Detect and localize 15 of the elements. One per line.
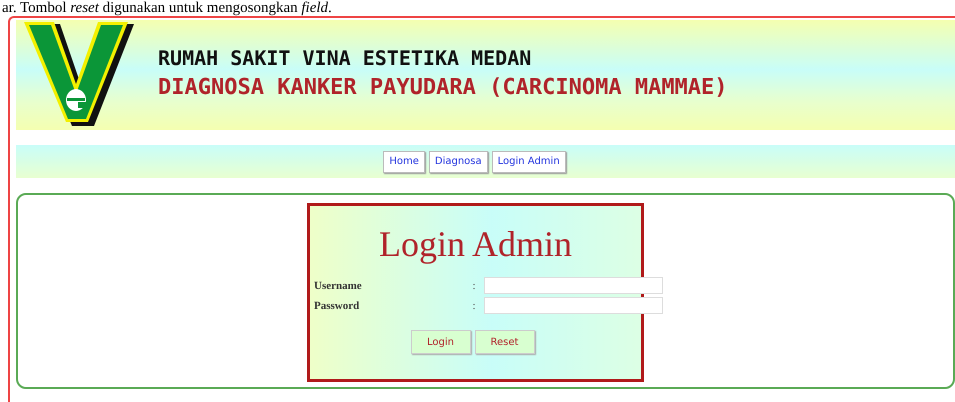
field-label: Username [314, 280, 363, 292]
nav-button[interactable]: Diagnosa [428, 150, 488, 172]
colon-separator: : [471, 280, 477, 292]
nav-button[interactable]: Home [383, 150, 425, 172]
hospital-title: RUMAH SAKIT VINA ESTETIKA MEDAN [158, 45, 532, 72]
input-field[interactable] [484, 297, 663, 314]
caption-text: ar. Tombol reset digunakan untuk mengosongkan field. [1, 0, 333, 16]
nav-button[interactable]: Login Admin [492, 150, 566, 172]
page-subtitle: DIAGNOSA KANKER PAYUDARA (CARCINOMA MAMMAE) [158, 74, 728, 102]
form-button[interactable]: Reset [474, 330, 534, 354]
form-button[interactable]: Login [410, 330, 470, 354]
colon-separator: : [471, 300, 477, 312]
input-field[interactable] [484, 277, 663, 294]
field-label: Password [314, 300, 360, 312]
login-title: Login Admin [378, 224, 573, 264]
